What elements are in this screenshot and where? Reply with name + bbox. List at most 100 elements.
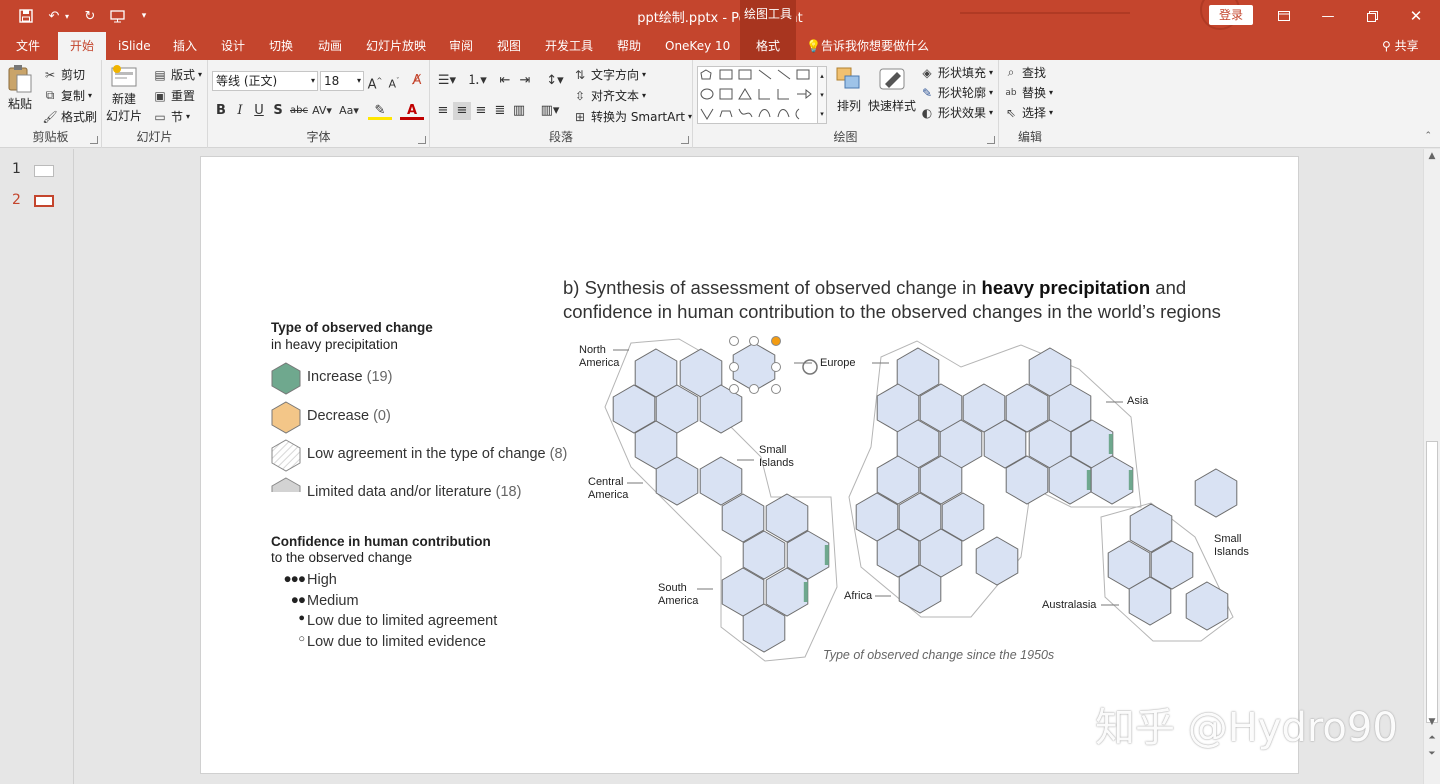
shrink-font-icon[interactable]: Aˇ [385,72,403,91]
bullets-icon[interactable]: ☰▾ [434,72,460,90]
decrease-indent-icon[interactable]: ⇤ [496,72,514,90]
prev-slide-icon[interactable]: ⏶ [1424,733,1440,743]
hex-australasia-5[interactable] [1185,581,1229,631]
bold-icon[interactable]: B [212,102,230,120]
new-slide-button[interactable]: 新建 幻灯片 [106,64,142,124]
columns-icon[interactable]: ▥▾ [536,102,564,120]
resize-handle[interactable] [729,384,739,394]
underline-icon[interactable]: U [250,102,268,120]
change-case-icon[interactable]: Aa▾ [336,102,362,120]
shapes-gallery-scroll[interactable]: ▴ ▾ ▾ [817,66,827,124]
paste-button[interactable]: 粘贴 [6,64,34,112]
highlight-icon[interactable]: ✎ [368,102,392,120]
redo-icon[interactable]: ↻ [80,6,100,26]
tab-view[interactable]: 视图 [489,32,529,60]
tell-me-box[interactable]: 💡告诉我你想要做什么 [798,32,937,60]
hex-australasia-6[interactable] [1194,468,1238,518]
resize-handle[interactable] [771,384,781,394]
scroll-down-icon[interactable]: ▼ [1424,717,1440,727]
resize-handle[interactable] [771,362,781,372]
quick-styles-button[interactable]: 快速样式 [868,66,916,114]
undo-dropdown-icon[interactable]: ▾ [62,6,72,26]
resize-handle[interactable] [749,336,759,346]
shape-outline-button[interactable]: ✎ 形状轮廓 ▾ [919,84,993,101]
italic-icon[interactable]: I [231,102,249,120]
numbering-icon[interactable]: ⒈▾ [464,72,490,90]
next-slide-icon[interactable]: ⏷ [1424,749,1440,759]
tab-slideshow[interactable]: 幻灯片放映 [358,32,434,60]
hex-europe-selected[interactable] [732,342,776,392]
reset-button[interactable]: ▣ 重置 [152,87,195,104]
text-direction-button[interactable]: ⇅ 文字方向 ▾ [572,66,646,83]
font-launcher-icon[interactable] [418,136,426,144]
section-button[interactable]: ▭ 节 ▾ [152,108,190,125]
tab-animations[interactable]: 动画 [310,32,350,60]
ribbon-display-icon[interactable] [1262,0,1306,32]
scroll-up-icon[interactable]: ▲ [1424,151,1440,161]
resize-handle[interactable] [729,336,739,346]
tab-home[interactable]: 开始 [58,32,106,60]
grow-font-icon[interactable]: A^ [366,72,384,92]
copy-button[interactable]: ⧉ 复制 ▾ [42,87,92,104]
tab-format[interactable]: 格式 [740,32,796,60]
collapse-ribbon-icon[interactable]: ⌃ [1424,131,1432,141]
layout-button[interactable]: ▤ 版式 ▾ [152,66,202,83]
tab-transitions[interactable]: 切换 [261,32,301,60]
justify-icon[interactable]: ≣ [491,102,509,120]
font-name-combo[interactable]: 等线 (正文) ▾ [212,71,318,91]
minimize-icon[interactable]: — [1306,0,1350,32]
smartart-button[interactable]: ⊞ 转换为 SmartArt ▾ [572,108,692,125]
hex-africa-7[interactable] [975,536,1019,586]
undo-icon[interactable]: ↶ [44,6,64,26]
char-spacing-icon[interactable]: AV▾ [310,102,334,120]
tab-developer[interactable]: 开发工具 [537,32,601,60]
align-right-icon[interactable]: ≡ [472,102,490,120]
tab-file[interactable]: 文件 [8,32,48,60]
shape-fill-button[interactable]: ◈ 形状填充 ▾ [919,64,993,81]
arrange-button[interactable]: 排列 [835,66,863,114]
distribute-icon[interactable]: ▥ [510,102,528,120]
restore-icon[interactable] [1350,0,1394,32]
drawing-launcher-icon[interactable] [987,136,995,144]
login-button[interactable]: 登录 [1209,5,1253,25]
tab-help[interactable]: 帮助 [609,32,649,60]
resize-handle[interactable] [729,362,739,372]
increase-indent-icon[interactable]: ⇥ [516,72,534,90]
tab-insert[interactable]: 插入 [165,32,205,60]
close-icon[interactable]: ✕ [1394,0,1438,32]
slide-canvas[interactable]: b) Synthesis of assessment of observed c… [200,156,1299,774]
replace-button[interactable]: ab 替换 ▾ [1003,84,1053,101]
slide-thumbnail-1[interactable] [34,165,54,177]
scrollbar-thumb[interactable] [1426,441,1438,723]
tab-review[interactable]: 审阅 [441,32,481,60]
customize-icon[interactable]: ▾ [136,6,152,26]
tab-design[interactable]: 设计 [213,32,253,60]
font-size-combo[interactable]: 18 ▾ [320,71,364,91]
adjust-handle[interactable] [771,336,781,346]
vertical-scrollbar[interactable]: ▲ ▼ ⏶ ⏷ [1423,149,1440,784]
align-text-button[interactable]: ⇳ 对齐文本 ▾ [572,87,646,104]
select-button[interactable]: ⇖ 选择 ▾ [1003,104,1053,121]
slide-thumbnail-2[interactable] [34,195,54,207]
cut-button[interactable]: ✂ 剪切 [42,66,85,83]
shapes-gallery[interactable] [697,66,821,124]
shadow-icon[interactable]: S [269,102,287,120]
line-spacing-icon[interactable]: ↕▾ [542,72,568,90]
clipboard-launcher-icon[interactable] [90,136,98,144]
clear-format-icon[interactable]: A̸ [408,72,426,90]
font-color-icon[interactable]: A [400,102,424,120]
shape-effects-button[interactable]: ◐ 形状效果 ▾ [919,104,993,121]
tab-onekey[interactable]: OneKey 10 [657,32,738,60]
strikethrough-icon[interactable]: abc [288,102,310,120]
rotate-handle-icon[interactable] [802,359,818,375]
present-icon[interactable] [107,6,127,26]
share-button[interactable]: ⚲ 共享 [1374,32,1427,60]
align-left-icon[interactable]: ≡ [434,102,452,120]
save-icon[interactable] [16,6,36,26]
tab-islide[interactable]: iSlide [110,32,159,60]
paragraph-launcher-icon[interactable] [681,136,689,144]
find-button[interactable]: ⌕ 查找 [1003,64,1046,81]
format-painter-button[interactable]: 🖌 格式刷 [42,108,97,125]
align-center-icon[interactable]: ≡ [453,102,471,120]
resize-handle[interactable] [749,384,759,394]
